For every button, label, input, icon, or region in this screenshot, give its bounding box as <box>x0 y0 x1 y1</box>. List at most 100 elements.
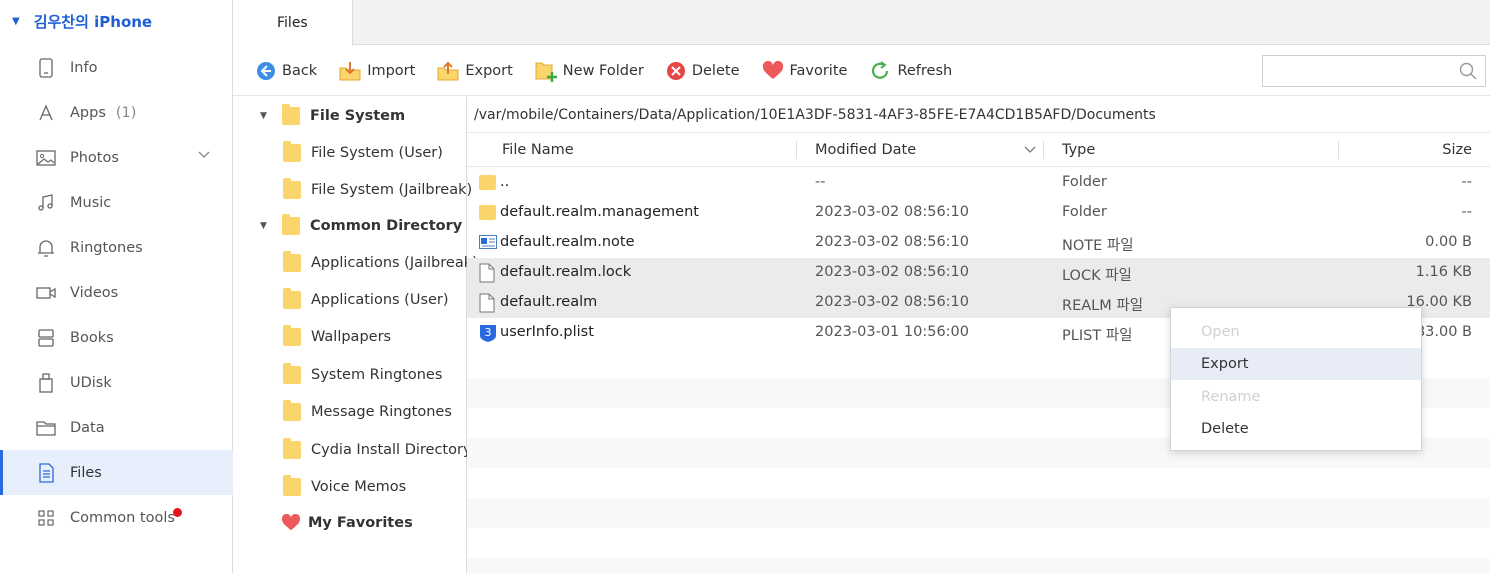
tree-label: File System (User) <box>311 144 443 161</box>
back-button[interactable]: Back <box>256 61 317 81</box>
device-name: 김우찬의 iPhone <box>33 12 153 31</box>
heart-icon <box>762 60 783 79</box>
sidebar-item-common-tools[interactable]: Common tools <box>0 495 233 540</box>
tree-apps-user[interactable]: Applications (User) <box>233 281 449 318</box>
tree-wallpapers[interactable]: Wallpapers <box>233 318 391 355</box>
tree-label: File System (Jailbreak) <box>311 181 473 198</box>
tree-common-directory[interactable]: ▼ Common Directory <box>233 207 462 244</box>
sidebar-item-label: Files <box>70 464 102 481</box>
export-button[interactable]: Export <box>437 61 513 81</box>
import-icon <box>339 61 361 80</box>
context-open[interactable]: Open <box>1171 316 1421 348</box>
tree-file-system[interactable]: ▼ File System <box>233 97 405 134</box>
expand-triangle-icon[interactable]: ▼ <box>260 111 272 121</box>
search-icon <box>1459 62 1477 80</box>
path-bar[interactable]: /var/mobile/Containers/Data/Application/… <box>467 97 1490 133</box>
new-folder-label: New Folder <box>562 62 644 79</box>
column-header-type[interactable]: Type <box>1062 142 1095 158</box>
sidebar-item-udisk[interactable]: UDisk <box>0 360 233 405</box>
folder-icon <box>283 474 301 496</box>
book-icon <box>36 328 56 348</box>
search-input[interactable] <box>1262 55 1486 87</box>
column-header-size[interactable]: Size <box>1442 142 1472 158</box>
tree-apps-jailbreak[interactable]: Applications (Jailbreak) <box>233 244 478 281</box>
refresh-button[interactable]: Refresh <box>869 60 952 82</box>
file-date: 2023-03-02 08:56:10 <box>815 204 969 220</box>
photo-icon <box>36 148 56 168</box>
folder-outline-icon <box>36 418 56 438</box>
file-icon <box>479 263 495 287</box>
file-name: default.realm.management <box>500 204 699 220</box>
notification-dot <box>172 508 182 517</box>
table-row[interactable]: .. -- Folder -- <box>467 168 1490 198</box>
column-header-date[interactable]: Modified Date <box>815 142 916 158</box>
folder-icon <box>283 140 301 162</box>
sidebar-item-label: UDisk <box>70 374 112 391</box>
sidebar-item-apps[interactable]: Apps (1) <box>0 90 233 135</box>
tree-message-ringtones[interactable]: Message Ringtones <box>233 393 452 430</box>
file-type: PLIST 파일 <box>1062 328 1133 344</box>
folder-icon <box>282 213 300 235</box>
tree-fs-user[interactable]: File System (User) <box>233 134 443 171</box>
sidebar-item-photos[interactable]: Photos <box>0 135 233 180</box>
note-file-icon <box>479 233 497 255</box>
tree-system-ringtones[interactable]: System Ringtones <box>233 356 442 393</box>
sort-chevron-icon[interactable] <box>1023 143 1037 159</box>
delete-label: Delete <box>691 62 740 79</box>
tab-files[interactable]: Files <box>233 0 353 46</box>
folder-icon <box>283 362 301 384</box>
file-icon <box>479 293 495 317</box>
sidebar-item-info[interactable]: Info <box>0 45 233 90</box>
table-row[interactable]: default.realm.note 2023-03-02 08:56:10 N… <box>467 228 1490 258</box>
file-type: NOTE 파일 <box>1062 238 1134 254</box>
context-rename[interactable]: Rename <box>1171 381 1421 413</box>
phone-icon <box>36 57 56 78</box>
sidebar-item-label: Apps <box>70 104 106 121</box>
file-type: Folder <box>1062 204 1107 220</box>
tree-label: Message Ringtones <box>311 403 452 420</box>
tab-bar: Files <box>233 0 1490 46</box>
context-export[interactable]: Export <box>1171 348 1421 380</box>
chevron-down-icon[interactable] <box>197 147 211 163</box>
favorite-label: Favorite <box>789 62 848 79</box>
sidebar-item-music[interactable]: Music <box>0 180 233 225</box>
file-date: -- <box>815 174 826 190</box>
table-row[interactable]: default.realm.lock 2023-03-02 08:56:10 L… <box>467 258 1490 288</box>
expand-triangle-icon[interactable]: ▼ <box>260 221 272 231</box>
tree-fs-jailbreak[interactable]: File System (Jailbreak) <box>233 171 472 208</box>
tree-label: Applications (Jailbreak) <box>311 254 478 271</box>
back-arrow-icon <box>257 61 275 80</box>
tree-label: My Favorites <box>308 514 413 531</box>
sidebar-item-books[interactable]: Books <box>0 315 233 360</box>
table-row[interactable]: default.realm.management 2023-03-02 08:5… <box>467 198 1490 228</box>
apps-icon <box>36 103 56 123</box>
tree-cydia[interactable]: Cydia Install Directory <box>233 431 472 468</box>
delete-icon <box>666 61 685 80</box>
new-folder-icon <box>535 62 557 82</box>
context-menu: Open Export Rename Delete <box>1170 307 1422 451</box>
file-name: default.realm.note <box>500 234 635 250</box>
folder-icon <box>283 324 301 346</box>
delete-button[interactable]: Delete <box>666 61 740 81</box>
tree-voice-memos[interactable]: Voice Memos <box>233 468 406 505</box>
column-header-name[interactable]: File Name <box>502 142 574 158</box>
sidebar-item-videos[interactable]: Videos <box>0 270 233 315</box>
sidebar-item-label: Info <box>70 59 98 76</box>
sidebar-item-files[interactable]: Files <box>0 450 233 495</box>
device-header[interactable]: ▼ 김우찬의 iPhone <box>0 0 232 42</box>
plist-file-icon: 3 <box>479 323 497 347</box>
file-date: 2023-03-02 08:56:10 <box>815 264 969 280</box>
file-size: -- <box>1461 204 1472 220</box>
tree-label: Common Directory <box>310 217 463 234</box>
tree-my-favorites[interactable]: My Favorites <box>233 504 413 541</box>
favorite-button[interactable]: Favorite <box>762 60 848 81</box>
file-name: default.realm.lock <box>500 264 632 280</box>
sidebar-item-data[interactable]: Data <box>0 405 233 450</box>
import-button[interactable]: Import <box>339 61 415 81</box>
refresh-label: Refresh <box>897 62 953 79</box>
new-folder-button[interactable]: New Folder <box>535 60 644 82</box>
context-delete[interactable]: Delete <box>1171 413 1421 445</box>
folder-icon <box>283 399 301 421</box>
sidebar-item-ringtones[interactable]: Ringtones <box>0 225 233 270</box>
folder-icon <box>283 287 301 309</box>
